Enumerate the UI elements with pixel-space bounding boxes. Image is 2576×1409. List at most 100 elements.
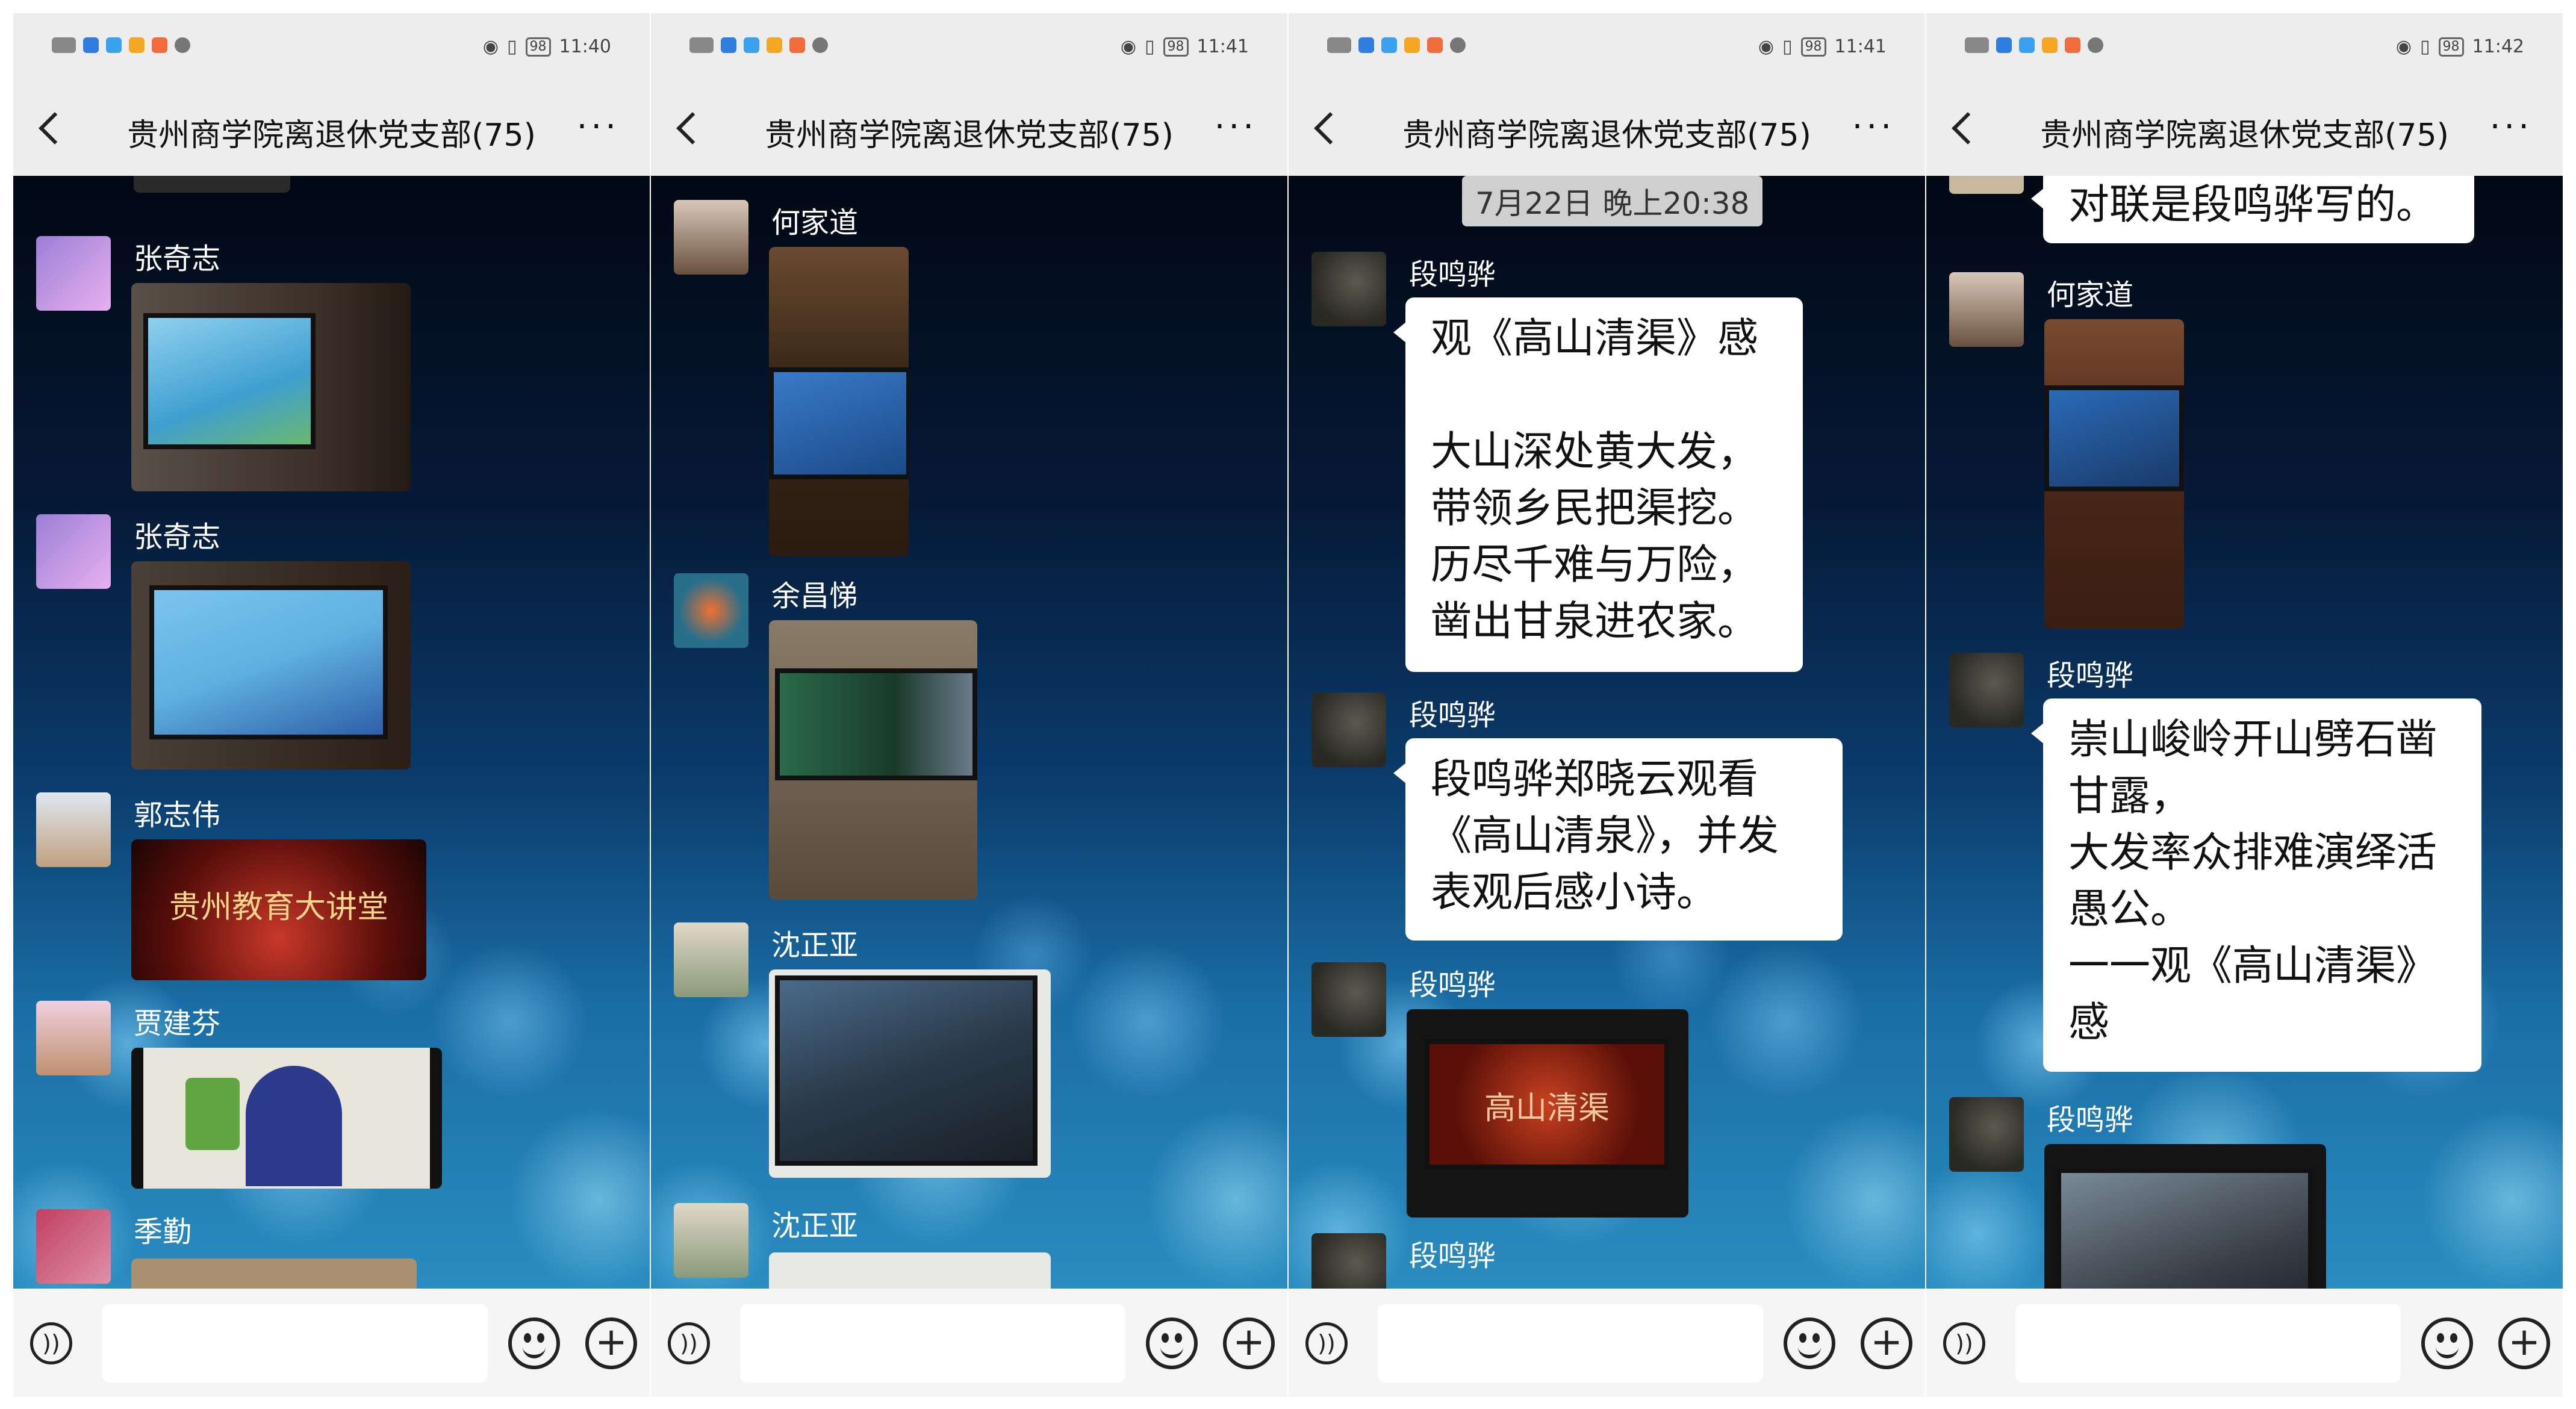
avatar[interactable] — [1311, 1233, 1386, 1289]
chat-title: 贵州商学院离退休党支部(75) — [127, 117, 536, 154]
chat-title: 贵州商学院离退休党支部(75) — [2040, 117, 2449, 154]
avatar[interactable] — [1949, 272, 2024, 347]
avatar[interactable] — [36, 1001, 111, 1075]
voice-icon[interactable]: )) — [1943, 1322, 1985, 1364]
avatar[interactable] — [36, 792, 111, 867]
message-input[interactable] — [2015, 1304, 2401, 1383]
avatar[interactable] — [36, 514, 111, 589]
message-input[interactable] — [740, 1304, 1125, 1383]
message: 张奇志 — [13, 236, 650, 491]
sender-name: 段鸣骅 — [1409, 258, 1496, 291]
avatar[interactable] — [36, 236, 111, 311]
avatar[interactable] — [674, 573, 748, 648]
image-message-partial[interactable] — [769, 1252, 1051, 1289]
avatar[interactable] — [674, 1203, 748, 1278]
avatar[interactable] — [1949, 176, 2024, 194]
video-message[interactable] — [2044, 1144, 2326, 1289]
vibrate-icon: ▯ — [507, 36, 517, 57]
eye-icon: ◉ — [2395, 36, 2412, 57]
image-message[interactable] — [131, 561, 411, 770]
message-input[interactable] — [102, 1304, 488, 1383]
avatar[interactable] — [36, 1209, 111, 1284]
input-bar: )) + — [13, 1289, 650, 1397]
bubble-line: 甘露， — [2068, 773, 2192, 820]
input-bar: )) + — [1926, 1289, 2563, 1397]
notification-icons — [1965, 37, 2103, 53]
message: 贾建芬 — [13, 1001, 650, 1189]
avatar[interactable] — [1949, 653, 2024, 727]
app-icon — [789, 37, 805, 53]
chat-area[interactable]: 7月22日 晚上20:38 段鸣骅 观《高山清渠》感 大山深处黄大发， 带领乡民… — [1289, 176, 1925, 1289]
app-icon — [106, 37, 122, 53]
chat-area[interactable]: 对联是段鸣骅写的。 何家道 段鸣骅 崇山峻岭开山劈石凿 甘露， 大发率众排难演绎… — [1926, 176, 2563, 1289]
status-bar: ◉ ▯ 98 11:40 — [13, 13, 650, 86]
chat-area[interactable]: 张奇志 张奇志 郭志伟 贵州教育大讲堂 贾建芬 季勤 — [13, 176, 650, 1289]
message: 段鸣骅 崇山峻岭开山劈石凿 甘露， 大发率众排难演绎活 愚公。 一一观《高山清渠… — [1926, 653, 2563, 1074]
plus-icon[interactable]: + — [1861, 1317, 1912, 1369]
sender-name: 沈正亚 — [771, 1209, 859, 1243]
image-message[interactable] — [2044, 319, 2184, 629]
image-message-partial[interactable] — [134, 176, 290, 193]
image-message-partial[interactable] — [131, 1258, 417, 1289]
notification-icons — [1327, 37, 1466, 53]
battery-icon: 98 — [525, 37, 551, 57]
text-bubble[interactable]: 崇山峻岭开山劈石凿 甘露， 大发率众排难演绎活 愚公。 一一观《高山清渠》 感 — [2031, 698, 2481, 1072]
avatar[interactable] — [674, 200, 748, 275]
voice-icon[interactable]: )) — [1305, 1322, 1348, 1364]
video-message[interactable]: 贵州教育大讲堂 — [131, 839, 426, 980]
emoji-icon[interactable] — [508, 1317, 560, 1369]
bubble-line: 愚公。 — [2068, 886, 2192, 933]
image-message[interactable] — [769, 247, 909, 556]
video-caption: 贵州教育大讲堂 — [169, 889, 388, 925]
bubble-line: 表观后感小诗。 — [1431, 869, 1718, 916]
chat-area[interactable]: 何家道 余昌悌 沈正亚 沈正亚 — [651, 176, 1287, 1289]
video-message[interactable]: 高山清渠 — [1407, 1009, 1688, 1218]
avatar[interactable] — [674, 922, 748, 997]
plus-icon[interactable]: + — [585, 1317, 637, 1369]
avatar[interactable] — [1311, 692, 1386, 767]
image-message[interactable] — [769, 969, 1051, 1178]
emoji-icon[interactable] — [1784, 1317, 1835, 1369]
tv-screen-image — [143, 313, 316, 449]
text-bubble[interactable]: 观《高山清渠》感 大山深处黄大发， 带领乡民把渠挖。 历尽千难与万险， 凿出甘泉… — [1393, 297, 1803, 672]
image-message[interactable] — [131, 283, 411, 491]
message: 季勤 — [13, 1209, 650, 1289]
chat-title: 贵州商学院离退休党支部(75) — [765, 117, 1174, 154]
voice-icon[interactable]: )) — [30, 1322, 72, 1364]
sender-name: 沈正亚 — [771, 928, 859, 962]
avatar[interactable] — [1311, 252, 1386, 326]
notification-icons — [52, 37, 190, 53]
more-icon[interactable]: ··· — [2490, 107, 2533, 146]
tv-screen-image — [775, 975, 1038, 1166]
text-bubble[interactable]: 段鸣骅郑晓云观看 《高山清泉》，并发 表观后感小诗。 — [1393, 738, 1843, 941]
emoji-icon[interactable] — [2421, 1317, 2473, 1369]
more-icon[interactable]: ··· — [577, 107, 620, 146]
bubble-line: 观《高山清渠》感 — [1431, 315, 1759, 362]
app-icon — [2042, 37, 2058, 53]
plus-icon[interactable]: + — [1223, 1317, 1275, 1369]
avatar[interactable] — [1311, 962, 1386, 1037]
app-icon — [1450, 37, 1466, 53]
more-icon[interactable]: ··· — [1852, 107, 1895, 146]
sender-name: 段鸣骅 — [1409, 698, 1496, 732]
sender-name: 郭志伟 — [134, 798, 221, 832]
more-icon[interactable]: ··· — [1215, 107, 1257, 146]
emoji-icon[interactable] — [1146, 1317, 1198, 1369]
bubble-line: 崇山峻岭开山劈石凿 — [2068, 716, 2438, 764]
message-input[interactable] — [1378, 1304, 1763, 1383]
sender-name: 段鸣骅 — [1409, 1239, 1496, 1273]
battery-icon: 98 — [1800, 37, 1826, 57]
sender-name: 段鸣骅 — [2047, 659, 2134, 692]
app-icon — [1427, 37, 1443, 53]
message: 沈正亚 — [651, 922, 1287, 1178]
text-bubble[interactable]: 对联是段鸣骅写的。 — [2031, 176, 2474, 243]
status-right: ◉ ▯ 98 11:41 — [1758, 36, 1887, 57]
tv-screen-image — [2056, 1168, 2313, 1289]
image-message[interactable] — [769, 620, 977, 900]
avatar[interactable] — [1949, 1097, 2024, 1172]
video-message[interactable] — [131, 1048, 442, 1189]
clock: 11:40 — [559, 36, 611, 57]
sender-name: 贾建芬 — [134, 1007, 221, 1040]
plus-icon[interactable]: + — [2498, 1317, 2550, 1369]
voice-icon[interactable]: )) — [668, 1322, 710, 1364]
